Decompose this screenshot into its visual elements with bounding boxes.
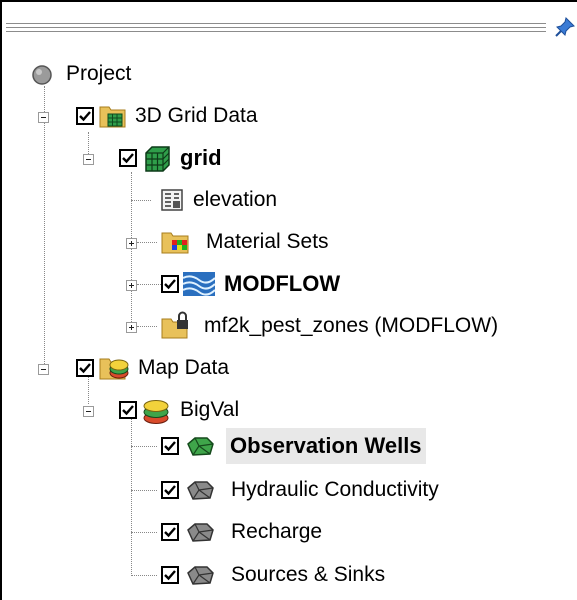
map-layers-icon	[141, 397, 171, 430]
expand-toggle[interactable]	[126, 238, 137, 249]
coverage-active-icon	[185, 435, 215, 462]
tree-item-label: Observation Wells	[226, 428, 426, 464]
visibility-checkbox[interactable]	[76, 107, 94, 125]
tree-item-label: grid	[180, 145, 222, 170]
tree-item-recharge[interactable]: Recharge	[0, 514, 577, 550]
tree-item-label: Hydraulic Conductivity	[231, 478, 439, 501]
grid-cube-icon	[143, 145, 171, 178]
project-tree: Project 3D Grid Data grid elevation Mate…	[0, 0, 577, 600]
tree-item-modflow[interactable]: MODFLOW	[0, 266, 577, 302]
grid-folder-icon	[99, 103, 127, 134]
visibility-checkbox[interactable]	[161, 275, 179, 293]
tree-item-grid[interactable]: grid	[0, 140, 577, 176]
visibility-checkbox[interactable]	[119, 149, 137, 167]
collapse-toggle[interactable]	[38, 112, 49, 123]
tree-item-elevation[interactable]: elevation	[0, 182, 577, 218]
visibility-checkbox[interactable]	[161, 437, 179, 455]
tree-item-label: Recharge	[231, 520, 323, 543]
tree-item-label: BigVal	[180, 398, 240, 421]
coverage-icon	[185, 521, 215, 548]
tree-item-observation-wells[interactable]: Observation Wells	[0, 428, 577, 464]
modflow-icon	[182, 272, 216, 301]
tree-item-label: 3D Grid Data	[135, 104, 258, 127]
collapse-toggle[interactable]	[83, 154, 94, 165]
dataset-icon	[160, 188, 184, 217]
expand-toggle[interactable]	[126, 280, 137, 291]
tree-item-label: Material Sets	[206, 230, 329, 253]
visibility-checkbox[interactable]	[161, 523, 179, 541]
tree-item-pest-zones[interactable]: mf2k_pest_zones (MODFLOW)	[0, 308, 577, 344]
gray-circle-icon	[31, 64, 53, 91]
tree-item-sources-sinks[interactable]: Sources & Sinks	[0, 557, 577, 593]
tree-item-hydraulic-conductivity[interactable]: Hydraulic Conductivity	[0, 472, 577, 508]
tree-item-3d-grid-data[interactable]: 3D Grid Data	[0, 98, 577, 134]
visibility-checkbox[interactable]	[119, 401, 137, 419]
tree-item-material-sets[interactable]: Material Sets	[0, 224, 577, 260]
expand-toggle[interactable]	[126, 322, 137, 333]
tree-item-label: Map Data	[138, 356, 230, 379]
visibility-checkbox[interactable]	[161, 481, 179, 499]
collapse-toggle[interactable]	[38, 364, 49, 375]
locked-folder-icon	[161, 311, 191, 344]
tree-item-bigval[interactable]: BigVal	[0, 392, 577, 428]
tree-item-map-data[interactable]: Map Data	[0, 350, 577, 386]
collapse-toggle[interactable]	[83, 406, 94, 417]
coverage-icon	[185, 564, 215, 591]
tree-connector	[137, 284, 161, 286]
map-folder-icon	[99, 355, 131, 386]
tree-item-label: Sources & Sinks	[231, 563, 386, 586]
material-folder-icon	[161, 229, 191, 260]
tree-connector	[137, 326, 157, 328]
visibility-checkbox[interactable]	[161, 566, 179, 584]
tree-item-label: elevation	[193, 188, 278, 211]
tree-item-project[interactable]: Project	[0, 56, 577, 92]
tree-connector	[137, 242, 157, 244]
coverage-icon	[185, 479, 215, 506]
tree-item-label: MODFLOW	[224, 271, 341, 296]
visibility-checkbox[interactable]	[76, 359, 94, 377]
tree-item-label: Project	[66, 62, 132, 85]
tree-item-label: mf2k_pest_zones (MODFLOW)	[204, 314, 499, 337]
